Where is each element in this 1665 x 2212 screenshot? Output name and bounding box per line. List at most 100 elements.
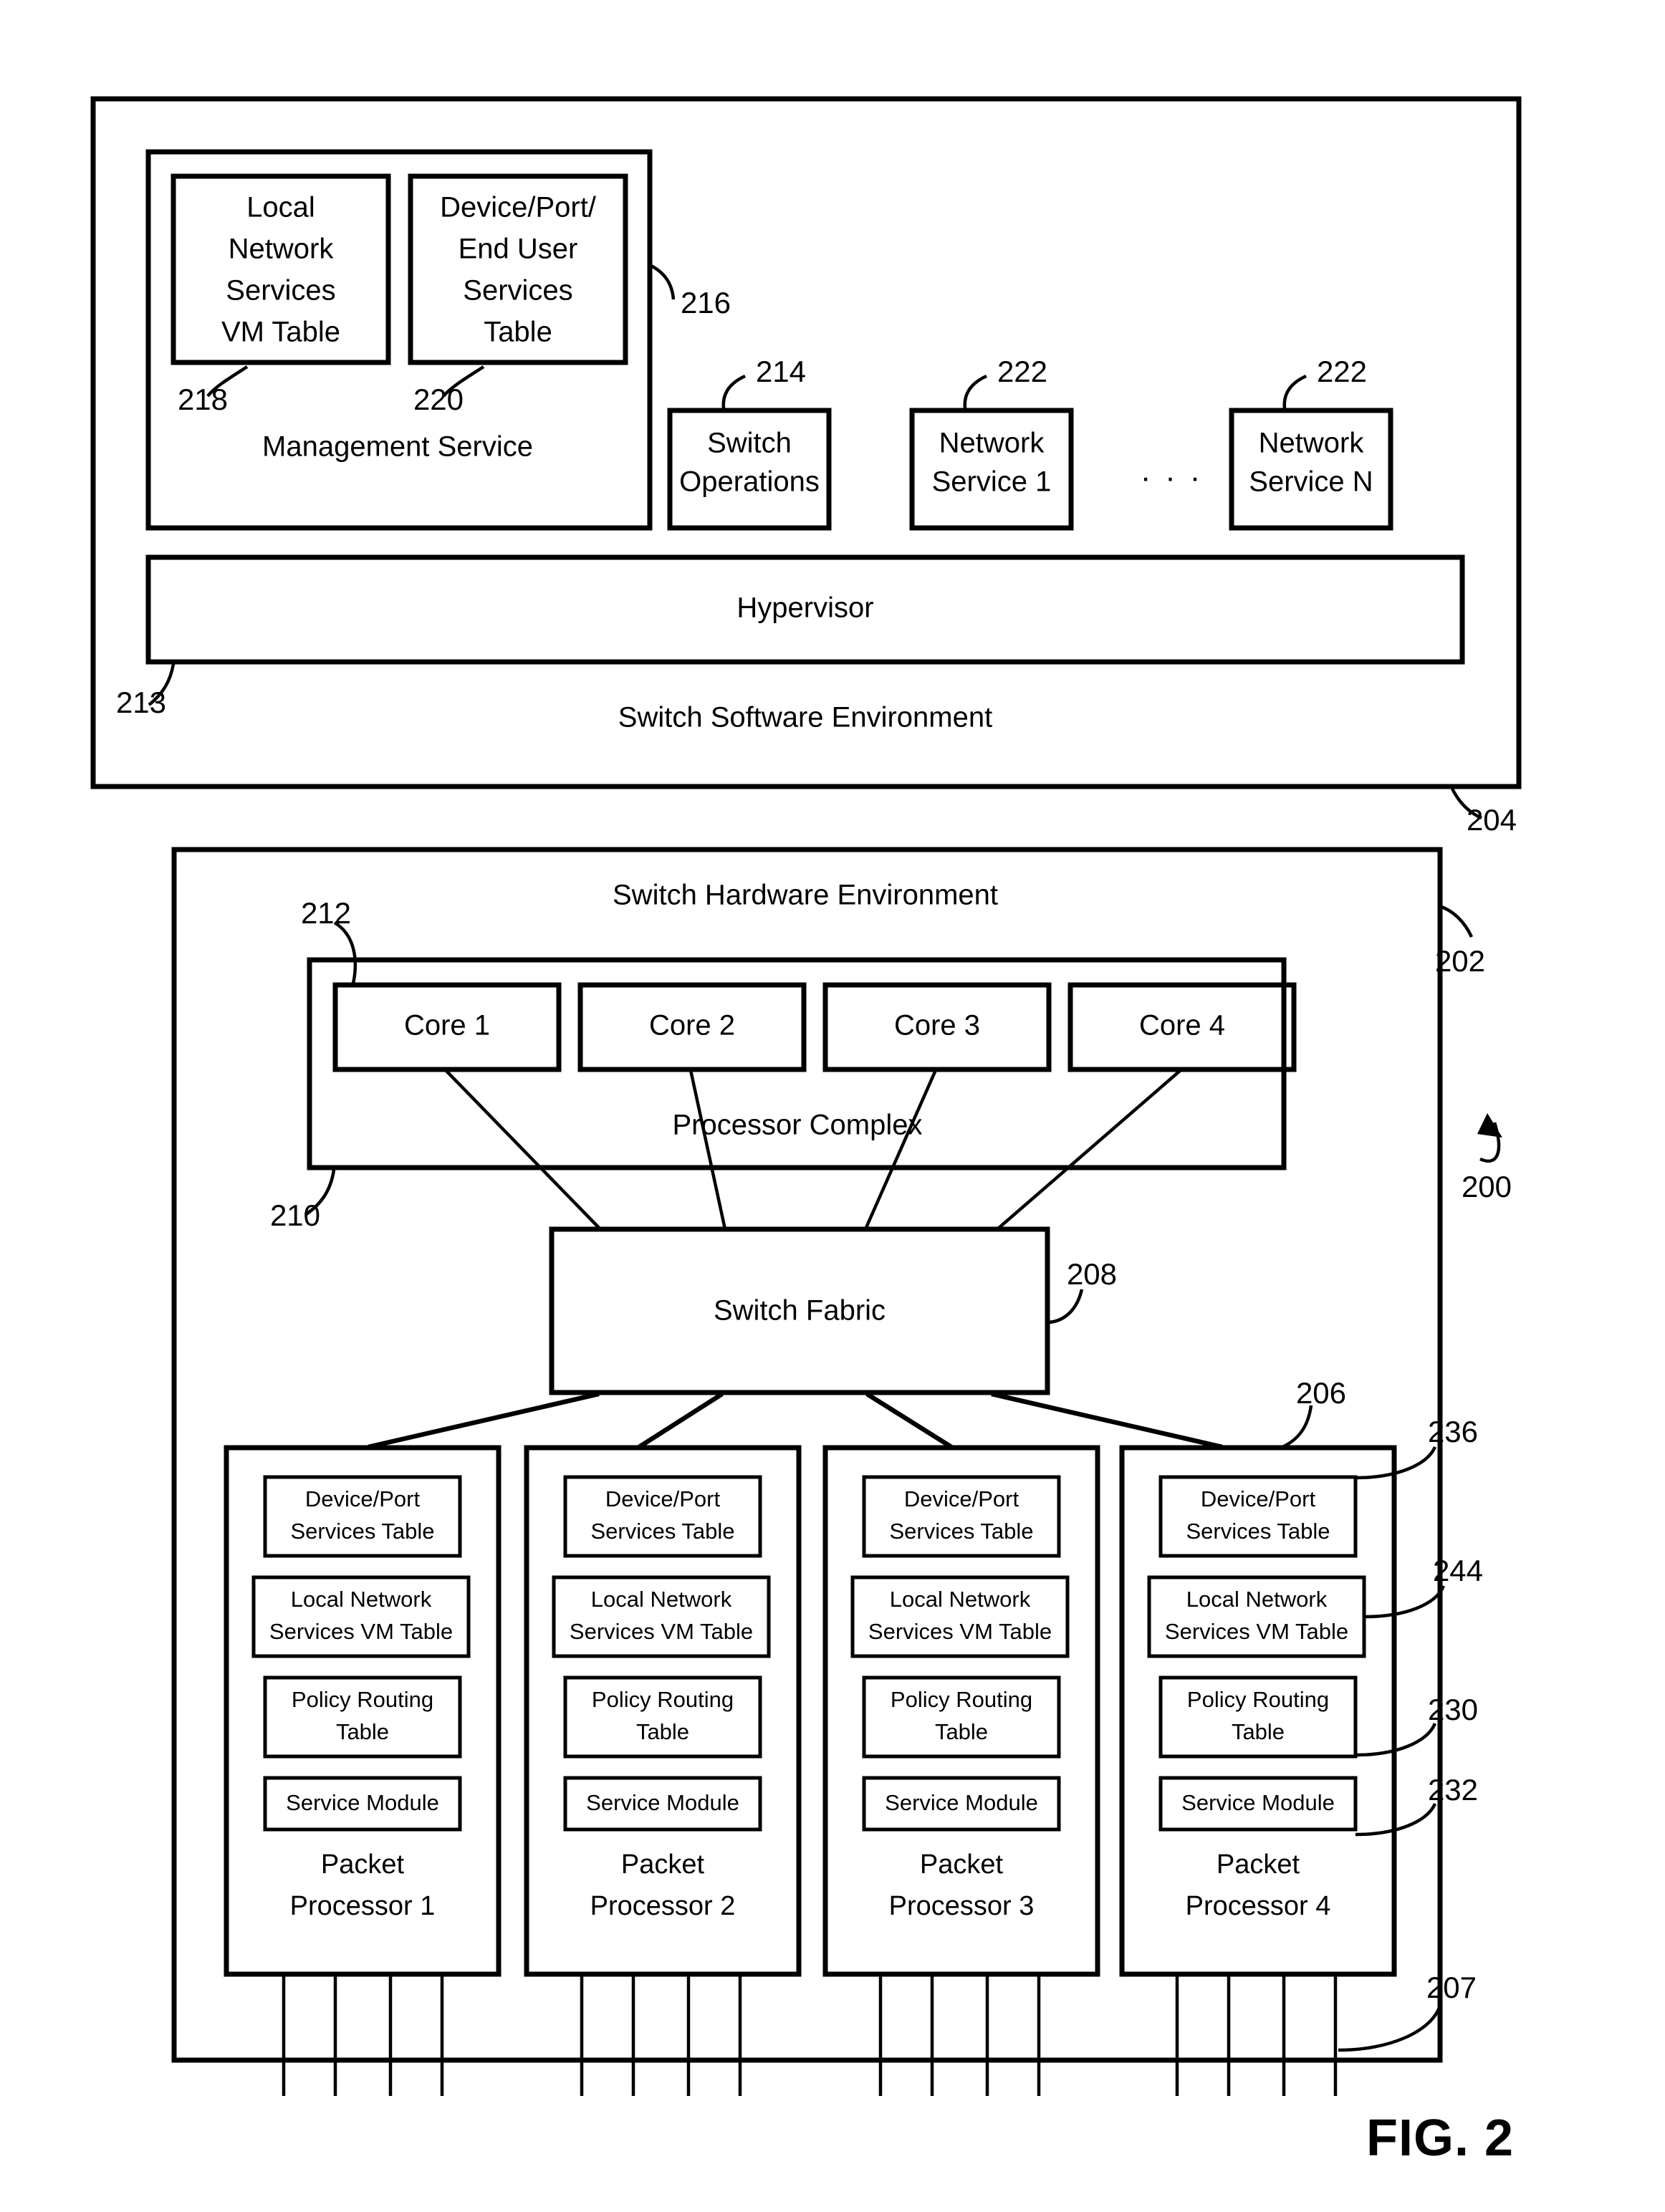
pp4-local-network-services-vm-table-line-1: Local Network xyxy=(1186,1587,1328,1612)
switch-operations-line-1: Switch xyxy=(707,428,792,459)
core-2-to-fabric-line xyxy=(688,1069,727,1230)
pp4-device-port-services-table-line-2: Services Table xyxy=(1186,1519,1330,1544)
pp2-policy-routing-table-line-1: Policy Routing xyxy=(592,1687,734,1712)
switch-fabric-label: Switch Fabric xyxy=(714,1295,886,1327)
ref-212-leader xyxy=(333,921,358,984)
fabric-to-pp-1-line xyxy=(368,1391,600,1450)
packet-processor-3-title-line-2: Processor 3 xyxy=(889,1891,1035,1921)
device-port-end-user-services-table-line-2: End User xyxy=(459,234,578,265)
pp3-device-port-services-table-line-1: Device/Port xyxy=(904,1486,1019,1511)
network-service-1-line-1: Network xyxy=(939,428,1045,459)
switch-operations-line-2: Operations xyxy=(679,466,820,498)
ref-214-label: 214 xyxy=(756,355,806,388)
pp4-device-port-services-table-line-1: Device/Port xyxy=(1201,1486,1316,1511)
network-service-n-line-2: Service N xyxy=(1249,466,1373,498)
ref-207-leader xyxy=(1338,2005,1442,2052)
ref-236-label: 236 xyxy=(1428,1415,1478,1448)
pp1-policy-routing-table-line-2: Table xyxy=(336,1719,389,1744)
local-network-services-vm-table-line-3: Services xyxy=(226,275,335,307)
services-ellipsis: . . . xyxy=(1141,453,1203,489)
ref-244-leader xyxy=(1363,1585,1446,1619)
pp2-local-network-services-vm-table-line-2: Services VM Table xyxy=(570,1619,753,1644)
device-port-end-user-services-table-line-3: Services xyxy=(463,275,572,307)
pp2-device-port-services-table-line-1: Device/Port xyxy=(605,1486,721,1511)
ref-208-label: 208 xyxy=(1067,1257,1117,1291)
ref-200-label: 200 xyxy=(1462,1170,1512,1203)
packet-processor-1-title-line-1: Packet xyxy=(321,1850,405,1880)
ref-212-label: 212 xyxy=(301,896,351,930)
ref-202-leader xyxy=(1441,905,1474,938)
management-service-title: Management Service xyxy=(262,431,533,463)
ref-202-label: 202 xyxy=(1435,944,1485,978)
network-service-n-line-1: Network xyxy=(1259,428,1365,459)
ref-220-label: 220 xyxy=(413,383,464,416)
core-4-label: Core 4 xyxy=(1139,1010,1225,1042)
switch-software-environment-title: Switch Software Environment xyxy=(618,702,992,734)
device-port-end-user-services-table-line-1: Device/Port/ xyxy=(440,192,597,223)
ref-213-label: 213 xyxy=(116,686,166,719)
core-3-label: Core 3 xyxy=(894,1010,980,1042)
ref-222-a-leader xyxy=(963,374,987,409)
pp1-device-port-services-table-line-1: Device/Port xyxy=(305,1486,421,1511)
pp4-policy-routing-table-line-2: Table xyxy=(1232,1719,1285,1744)
ref-222-b-leader xyxy=(1282,374,1307,409)
device-port-end-user-services-table-line-4: Table xyxy=(484,317,552,348)
pp3-policy-routing-table-line-2: Table xyxy=(935,1719,988,1744)
ref-216-leader xyxy=(648,263,676,300)
pp3-local-network-services-vm-table-line-2: Services VM Table xyxy=(868,1619,1052,1644)
packet-processor-2-title-line-2: Processor 2 xyxy=(590,1891,736,1921)
figure-caption: FIG. 2 xyxy=(1366,2110,1514,2167)
core-1-to-fabric-line xyxy=(444,1069,602,1231)
fabric-to-pp-2-line xyxy=(638,1392,724,1449)
packet-processor-4-title-line-2: Processor 4 xyxy=(1186,1891,1331,1921)
fabric-to-pp-3-line xyxy=(865,1392,953,1449)
packet-processor-1-title-line-2: Processor 1 xyxy=(290,1891,436,1921)
packet-processor-4-title-line-1: Packet xyxy=(1217,1850,1300,1880)
local-network-services-vm-table-line-2: Network xyxy=(229,234,335,265)
ref-206-leader xyxy=(1282,1405,1313,1449)
ref-232-label: 232 xyxy=(1428,1773,1478,1807)
ref-222-b-label: 222 xyxy=(1317,355,1367,388)
ref-208-leader xyxy=(1048,1289,1084,1324)
switch-hardware-environment-title: Switch Hardware Environment xyxy=(613,880,998,911)
pp4-policy-routing-table-line-1: Policy Routing xyxy=(1187,1687,1329,1712)
fabric-to-pp-4-line xyxy=(991,1391,1223,1450)
pp3-policy-routing-table-line-1: Policy Routing xyxy=(891,1687,1032,1712)
ref-244-label: 244 xyxy=(1433,1554,1483,1587)
ref-230-label: 230 xyxy=(1428,1693,1478,1726)
local-network-services-vm-table-line-4: VM Table xyxy=(221,317,340,348)
ref-216-label: 216 xyxy=(681,286,731,319)
pp1-policy-routing-table-line-1: Policy Routing xyxy=(292,1687,433,1712)
core-2-label: Core 2 xyxy=(649,1010,735,1042)
pp2-service-module-label: Service Module xyxy=(586,1790,739,1815)
pp3-device-port-services-table-line-2: Services Table xyxy=(889,1519,1033,1544)
core-4-to-fabric-line xyxy=(996,1069,1182,1231)
pp4-local-network-services-vm-table-line-2: Services VM Table xyxy=(1165,1619,1348,1644)
ref-200-arrowhead xyxy=(1477,1113,1502,1138)
pp3-service-module-label: Service Module xyxy=(885,1790,1038,1815)
ref-210-label: 210 xyxy=(270,1198,320,1232)
packet-processor-3-title-line-1: Packet xyxy=(920,1850,1004,1880)
pp2-device-port-services-table-line-2: Services Table xyxy=(590,1519,734,1544)
packet-processor-2-title-line-1: Packet xyxy=(621,1850,705,1880)
ref-204-label: 204 xyxy=(1467,803,1517,837)
ref-214-leader xyxy=(721,374,746,409)
pp4-service-module-label: Service Module xyxy=(1181,1790,1335,1815)
core-1-label: Core 1 xyxy=(404,1010,490,1042)
local-network-services-vm-table-line-1: Local xyxy=(246,192,315,223)
pp2-local-network-services-vm-table-line-1: Local Network xyxy=(591,1587,732,1612)
hypervisor-label: Hypervisor xyxy=(736,592,873,624)
pp1-local-network-services-vm-table-line-2: Services VM Table xyxy=(269,1619,453,1644)
processor-complex-label: Processor Complex xyxy=(672,1110,922,1141)
ref-207-label: 207 xyxy=(1426,1971,1477,2004)
network-service-1-line-2: Service 1 xyxy=(932,466,1052,498)
patent-figure: Local Network Services VM Table Device/P… xyxy=(0,0,1665,2212)
pp1-local-network-services-vm-table-line-1: Local Network xyxy=(291,1587,432,1612)
pp1-service-module-label: Service Module xyxy=(286,1790,439,1815)
pp3-local-network-services-vm-table-line-1: Local Network xyxy=(890,1587,1031,1612)
pp1-device-port-services-table-line-2: Services Table xyxy=(290,1519,434,1544)
ref-218-label: 218 xyxy=(178,383,228,416)
ref-206-label: 206 xyxy=(1296,1376,1346,1410)
core-3-to-fabric-line xyxy=(863,1069,938,1230)
ref-222-a-label: 222 xyxy=(997,355,1047,388)
